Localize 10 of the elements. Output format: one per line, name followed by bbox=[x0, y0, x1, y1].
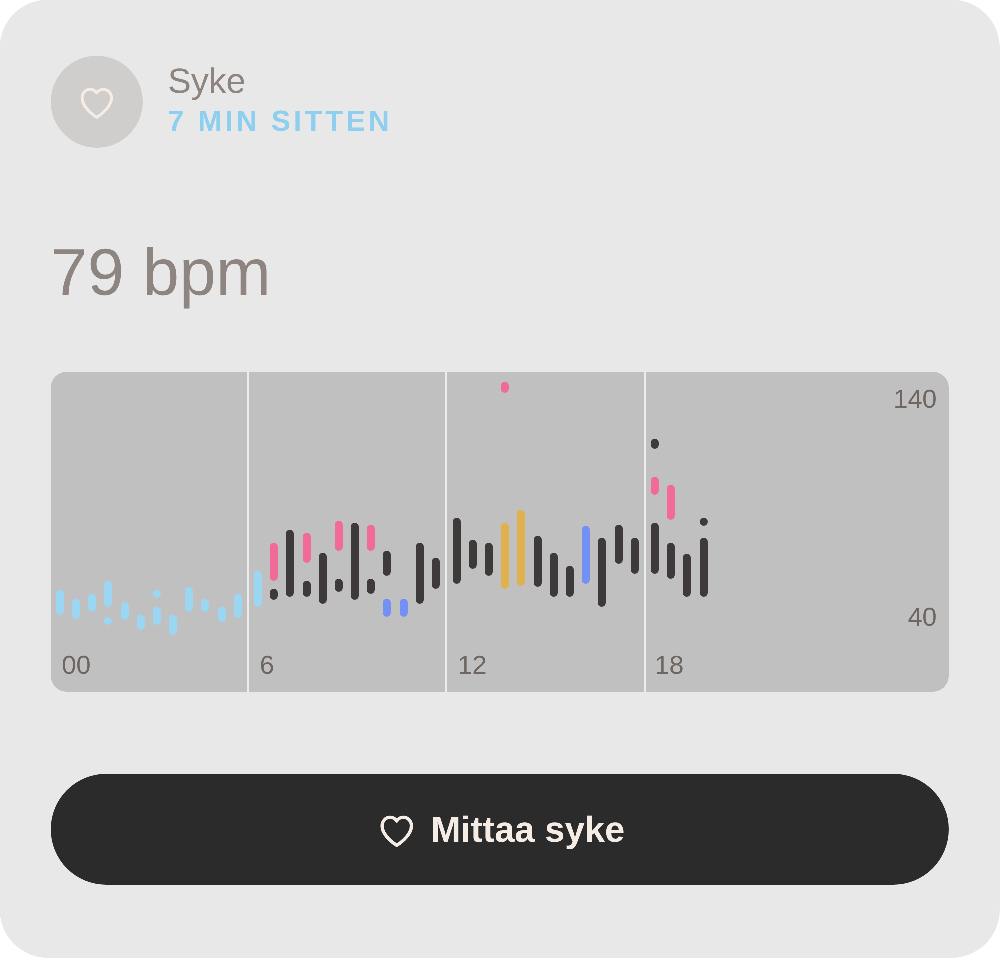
axis-label: 40 bbox=[908, 602, 937, 632]
axis-label: 6 bbox=[260, 650, 274, 680]
axis-label: 00 bbox=[62, 650, 91, 680]
measure-heart-rate-button[interactable]: Mittaa syke bbox=[51, 774, 949, 885]
time-ago-label: 7 MIN SITTEN bbox=[168, 105, 393, 139]
axis-label: 18 bbox=[655, 650, 684, 680]
heart-rate-value: 79 bpm bbox=[51, 234, 272, 311]
card-title: Syke bbox=[168, 61, 247, 103]
axis-label: 140 bbox=[894, 384, 937, 414]
axis-label: 12 bbox=[458, 650, 487, 680]
